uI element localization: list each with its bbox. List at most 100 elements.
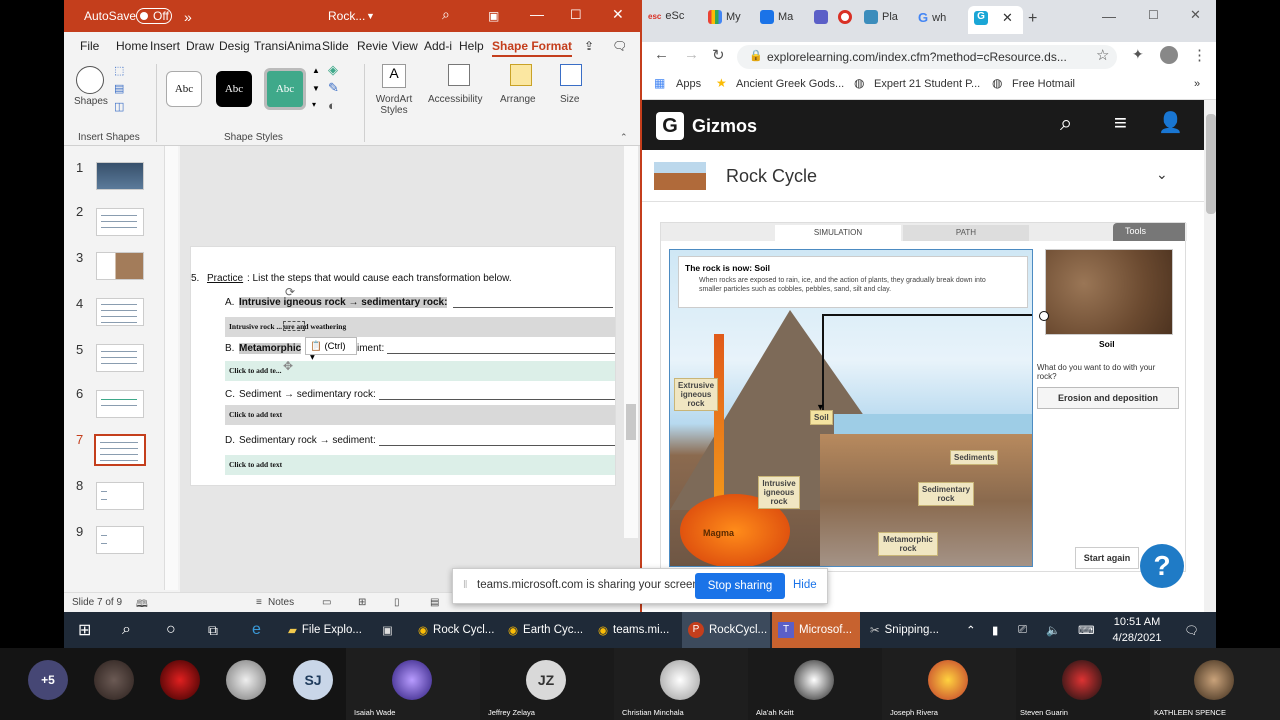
- text-box-icon[interactable]: ▤: [114, 82, 124, 95]
- close-tab-icon[interactable]: ✕: [1002, 10, 1013, 26]
- label-intrusive-igneous[interactable]: Intrusive igneous rock: [758, 476, 800, 509]
- taskbar-microsoft-teams[interactable]: T Microsof...: [772, 612, 860, 648]
- merge-shapes-icon[interactable]: ◫: [114, 100, 124, 113]
- gizmos-brand[interactable]: Gizmos: [692, 116, 757, 137]
- wordart-styles-label[interactable]: WordArt Styles: [370, 94, 418, 116]
- taskbar-chrome-teams[interactable]: ◉ teams.mi...: [592, 612, 678, 648]
- tab-simulation[interactable]: SIMULATION: [775, 225, 901, 241]
- rotate-handle-icon[interactable]: ⟳: [285, 285, 295, 299]
- search-icon[interactable]: ⌕: [442, 6, 450, 23]
- page-scrollbar[interactable]: [1204, 100, 1216, 612]
- minimize-icon[interactable]: —: [530, 6, 544, 22]
- tab-addins[interactable]: Add-i: [424, 39, 452, 53]
- participant-avatar-initials[interactable]: SJ: [293, 660, 333, 700]
- shape-style-black[interactable]: Abc: [216, 71, 252, 107]
- shapes-icon[interactable]: [76, 66, 104, 94]
- help-icon[interactable]: ?: [1140, 544, 1184, 588]
- styles-scroll-down-icon[interactable]: ▼: [312, 84, 320, 93]
- tray-expand-icon[interactable]: ⌃: [960, 612, 976, 648]
- clock-date[interactable]: 4/28/2021: [1110, 632, 1164, 644]
- extensions-icon[interactable]: ✦: [1132, 46, 1144, 63]
- arrange-label[interactable]: Arrange: [500, 94, 536, 105]
- browser-tab[interactable]: esc eSc: [648, 10, 684, 22]
- ribbon-display-icon[interactable]: ▣: [488, 9, 499, 23]
- tab-slideshow[interactable]: Slide: [322, 39, 349, 53]
- url-bar[interactable]: 🔒 explorelearning.com/index.cfm?method=cR…: [737, 45, 1117, 69]
- participant-avatar[interactable]: [226, 660, 266, 700]
- participant-avatar[interactable]: [1062, 660, 1102, 700]
- browser-tab[interactable]: Pla: [864, 10, 898, 24]
- tab-help[interactable]: Help: [459, 39, 484, 53]
- paste-options-button[interactable]: 📋 (Ctrl) ▾: [305, 337, 357, 363]
- label-soil[interactable]: Soil: [810, 410, 833, 425]
- label-sedimentary-rock[interactable]: Sedimentary rock: [918, 482, 974, 506]
- slide-thumbnail[interactable]: [96, 208, 144, 236]
- shape-outline-icon[interactable]: ✎: [328, 80, 339, 96]
- taskbar-snipping-tool[interactable]: ✂ Snipping...: [864, 612, 956, 648]
- browser-tab[interactable]: Ma: [760, 10, 793, 24]
- edge-icon[interactable]: e: [246, 612, 261, 648]
- usb-icon[interactable]: ▮: [986, 612, 998, 648]
- chrome-menu-icon[interactable]: ⋮: [1192, 46, 1207, 64]
- new-tab-icon[interactable]: +: [1028, 10, 1037, 28]
- maximize-icon[interactable]: ☐: [570, 7, 582, 23]
- tools-button[interactable]: Tools: [1113, 223, 1185, 241]
- canvas-scroll-thumb[interactable]: [626, 404, 636, 440]
- slide-thumbnail[interactable]: [96, 298, 144, 326]
- slide-thumbnail[interactable]: [96, 482, 144, 510]
- bookmark-star-icon[interactable]: ☆: [1096, 46, 1109, 64]
- participant-avatar[interactable]: [660, 660, 700, 700]
- rock-cycle-scene[interactable]: The rock is now: Soil When rocks are exp…: [669, 249, 1033, 567]
- overflow-participants-badge[interactable]: +5: [28, 660, 68, 700]
- user-icon[interactable]: 👤: [1158, 110, 1183, 135]
- more-bookmarks-icon[interactable]: »: [1194, 78, 1200, 90]
- taskbar-file-explorer[interactable]: ▰ File Explo...: [282, 612, 368, 648]
- comments-icon[interactable]: 🗨: [612, 39, 627, 53]
- browser-tab[interactable]: My: [708, 10, 741, 24]
- network-icon[interactable]: ⎚: [1012, 612, 1027, 648]
- styles-more-icon[interactable]: ▾: [312, 100, 316, 109]
- search-icon[interactable]: ⌕: [116, 612, 131, 648]
- tab-shape-format[interactable]: Shape Format: [492, 39, 573, 57]
- taskbar-chrome-rock-cycle[interactable]: ◉ Rock Cycl...: [412, 612, 498, 648]
- stop-sharing-button[interactable]: Stop sharing: [695, 573, 785, 599]
- participant-avatar[interactable]: [794, 660, 834, 700]
- store-icon[interactable]: ▣: [376, 612, 393, 648]
- clock-time[interactable]: 10:51 AM: [1110, 616, 1164, 628]
- document-title[interactable]: Rock...: [328, 9, 365, 23]
- notifications-icon[interactable]: 🗨: [1178, 612, 1199, 648]
- volume-icon[interactable]: 🔈: [1040, 612, 1060, 648]
- label-metamorphic-rock[interactable]: Metamorphic rock: [878, 532, 938, 556]
- styles-scroll-up-icon[interactable]: ▲: [312, 66, 320, 75]
- search-icon[interactable]: ⌕: [1060, 110, 1072, 136]
- menu-icon[interactable]: ≡: [1114, 110, 1127, 136]
- minimize-icon[interactable]: —: [1102, 8, 1116, 24]
- selected-shape-handle[interactable]: [283, 321, 305, 331]
- browser-tab[interactable]: [814, 10, 828, 24]
- autosave-toggle[interactable]: Off: [136, 8, 172, 24]
- forward-icon[interactable]: →: [684, 46, 699, 63]
- size-label[interactable]: Size: [560, 94, 579, 105]
- taskbar-powerpoint[interactable]: P RockCycl...: [682, 612, 770, 648]
- arrange-icon[interactable]: [510, 64, 532, 86]
- tab-insert[interactable]: Insert: [150, 39, 180, 53]
- slide-thumbnail[interactable]: [96, 344, 144, 372]
- reload-icon[interactable]: ↻: [712, 46, 725, 64]
- close-icon[interactable]: ✕: [612, 6, 624, 23]
- accessibility-icon[interactable]: [448, 64, 470, 86]
- participant-avatar[interactable]: [1194, 660, 1234, 700]
- answer-box-c[interactable]: Click to add text: [225, 405, 615, 425]
- browser-tab-active[interactable]: G ✕: [968, 6, 1023, 34]
- drag-handle-icon[interactable]: ‖: [463, 579, 468, 591]
- tab-path[interactable]: PATH: [903, 225, 1029, 241]
- slide-sorter-icon[interactable]: ⊞: [358, 597, 366, 608]
- slide-thumbnail[interactable]: [96, 252, 144, 280]
- tab-file[interactable]: File: [80, 39, 99, 53]
- start-again-button[interactable]: Start again: [1075, 547, 1139, 569]
- task-view-icon[interactable]: ⧉: [202, 612, 218, 648]
- windows-start-icon[interactable]: ⊞: [72, 612, 91, 648]
- gizmos-logo-icon[interactable]: G: [656, 112, 684, 140]
- cortana-icon[interactable]: ○: [160, 612, 176, 648]
- label-extrusive-igneous[interactable]: Extrusive igneous rock: [674, 378, 718, 411]
- browser-tab[interactable]: [838, 10, 852, 24]
